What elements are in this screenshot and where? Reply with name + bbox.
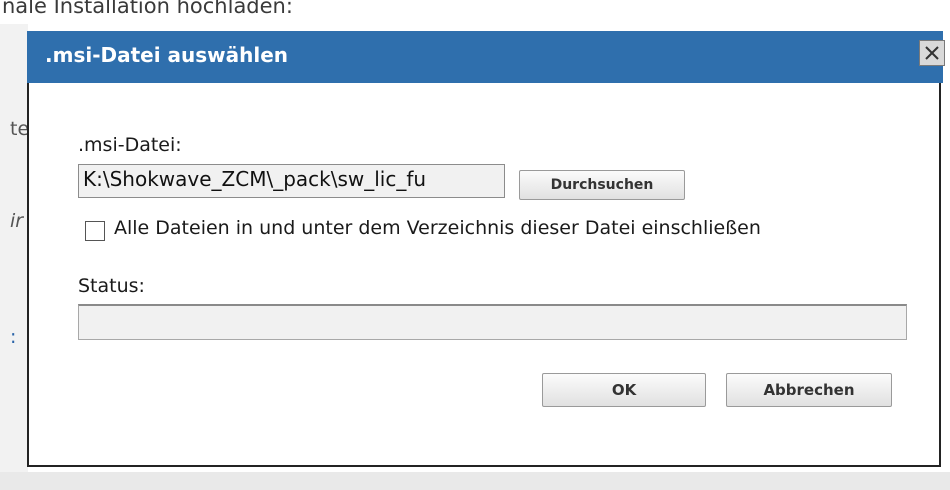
- close-button[interactable]: [919, 40, 945, 66]
- dialog-title: .msi-Datei auswählen: [45, 43, 289, 67]
- select-msi-dialog: .msi-Datei auswählen .msi-Datei: K:\Shok…: [27, 31, 945, 467]
- dialog-titlebar[interactable]: .msi-Datei auswählen: [27, 31, 945, 83]
- background-panel: [0, 24, 28, 490]
- background-link-fragment[interactable]: :: [10, 326, 16, 348]
- background-footer: [0, 472, 950, 490]
- include-files-label[interactable]: Alle Dateien in und unter dem Verzeichni…: [114, 217, 761, 239]
- ok-button[interactable]: OK: [542, 373, 706, 407]
- close-icon: [925, 46, 939, 60]
- msi-file-label: .msi-Datei:: [78, 134, 182, 156]
- browse-button[interactable]: Durchsuchen: [519, 170, 685, 200]
- include-files-checkbox[interactable]: [85, 221, 105, 241]
- cancel-button[interactable]: Abbrechen: [726, 373, 892, 407]
- msi-file-input[interactable]: K:\Shokwave_ZCM\_pack\sw_lic_fu: [78, 164, 505, 198]
- status-label: Status:: [78, 275, 145, 297]
- status-field: [78, 304, 907, 340]
- background-fragment: ir: [10, 210, 24, 232]
- background-heading: nale Installation hochladen:: [2, 0, 293, 18]
